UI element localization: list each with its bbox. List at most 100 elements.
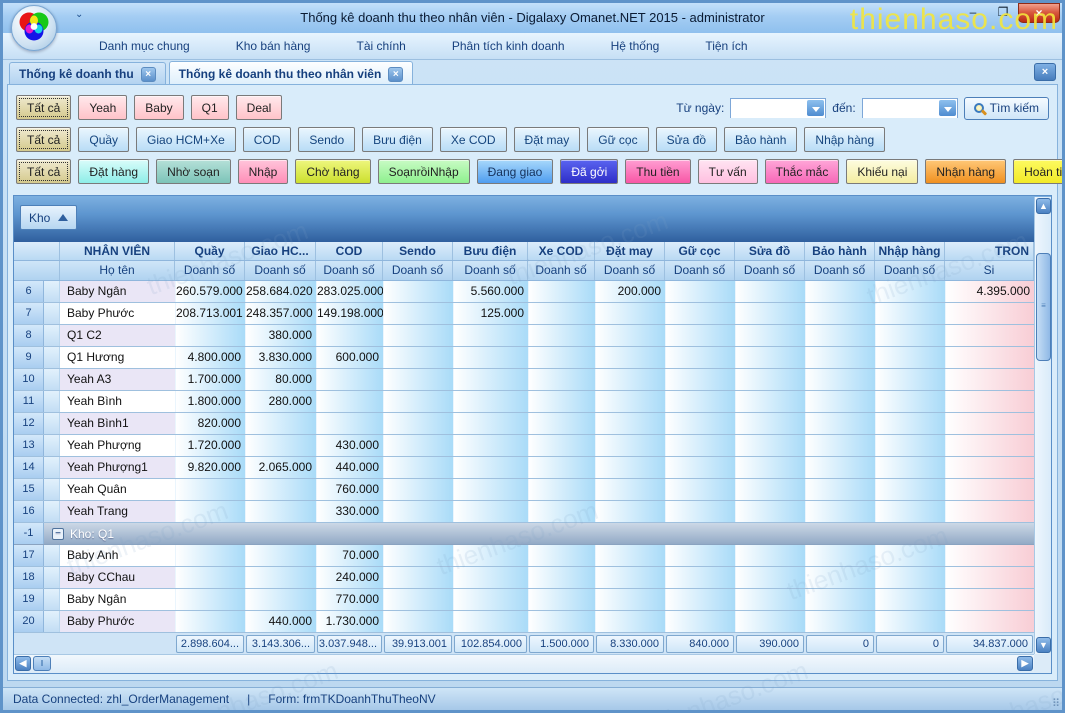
column-header[interactable]: Doanh số: [665, 261, 735, 280]
tab-close-icon[interactable]: ×: [141, 67, 156, 82]
tab-close-icon[interactable]: ×: [388, 67, 403, 82]
filter-button[interactable]: Hoàn tiền: [1013, 159, 1065, 184]
menu-item[interactable]: Tài chính: [352, 36, 409, 56]
menu-item[interactable]: Danh mục chung: [95, 36, 194, 56]
scroll-right-icon[interactable]: ▶: [1017, 656, 1033, 671]
from-date-combo[interactable]: [730, 98, 826, 118]
column-header[interactable]: Doanh số: [805, 261, 875, 280]
tab-thong-ke-doanh-thu-theo-nhan-vien[interactable]: Thống kê doanh thu theo nhân viên ×: [169, 61, 414, 86]
filter-button[interactable]: Yeah: [78, 95, 127, 120]
table-row[interactable]: 20Baby Phước440.0001.730.000: [14, 611, 1034, 633]
group-by-kho-button[interactable]: Kho: [20, 205, 77, 230]
table-row[interactable]: 19Baby Ngân770.000: [14, 589, 1034, 611]
scroll-left-icon[interactable]: ◀: [15, 656, 31, 671]
collapse-icon[interactable]: −: [52, 528, 64, 540]
to-date-combo[interactable]: [862, 98, 958, 118]
column-header[interactable]: TRON: [945, 242, 1034, 260]
column-header[interactable]: NHÂN VIÊN: [60, 242, 175, 260]
column-header[interactable]: Doanh số: [735, 261, 805, 280]
column-header[interactable]: Họ tên: [60, 261, 175, 280]
filter-button[interactable]: Bưu điện: [362, 127, 433, 152]
horizontal-scrollbar[interactable]: ◀ ‖ ▶: [14, 654, 1034, 673]
filter-button[interactable]: SoạnrồiNhập: [378, 159, 470, 184]
column-header[interactable]: Quầy: [175, 242, 245, 260]
table-row[interactable]: 12Yeah Bình1820.000: [14, 413, 1034, 435]
filter-button[interactable]: Tất cả: [16, 127, 71, 152]
filter-button[interactable]: Xe COD: [440, 127, 507, 152]
table-row[interactable]: 10Yeah A31.700.00080.000: [14, 369, 1034, 391]
column-header[interactable]: Doanh số: [245, 261, 316, 280]
filter-button[interactable]: Nhận hàng: [925, 159, 1006, 184]
column-header[interactable]: Si: [945, 261, 1034, 280]
filter-button[interactable]: Thu tiền: [625, 159, 690, 184]
filter-button[interactable]: Đặt hàng: [78, 159, 149, 184]
filter-button[interactable]: Khiếu nại: [846, 159, 918, 184]
filter-button[interactable]: Đặt may: [514, 127, 581, 152]
filter-button[interactable]: Quầy: [78, 127, 129, 152]
column-header[interactable]: Doanh số: [383, 261, 453, 280]
scroll-down-icon[interactable]: ▼: [1036, 637, 1051, 653]
horizontal-scroll-thumb[interactable]: ‖: [33, 656, 51, 671]
table-row[interactable]: 6Baby Ngân260.579.000258.684.020283.025.…: [14, 281, 1034, 303]
group-row[interactable]: -1−Kho: Q1: [14, 523, 1034, 545]
dropdown-arrow-icon[interactable]: [807, 100, 824, 116]
table-row[interactable]: 9Q1 Hương4.800.0003.830.000600.000: [14, 347, 1034, 369]
menu-item[interactable]: Tiện ích: [701, 36, 751, 56]
menu-item[interactable]: Phân tích kinh doanh: [448, 36, 569, 56]
column-header[interactable]: Doanh số: [595, 261, 665, 280]
table-row[interactable]: 18Baby CChau240.000: [14, 567, 1034, 589]
filter-button[interactable]: Giao HCM+Xe: [136, 127, 236, 152]
column-header[interactable]: Sửa đồ: [735, 242, 805, 260]
filter-button[interactable]: Đang giao: [477, 159, 554, 184]
filter-button[interactable]: Sendo: [298, 127, 355, 152]
column-header[interactable]: Xe COD: [528, 242, 595, 260]
tabstrip-close-button[interactable]: ×: [1034, 63, 1056, 81]
filter-button[interactable]: Chờ hàng: [295, 159, 370, 184]
filter-button[interactable]: Đã gởi: [560, 159, 618, 184]
table-row[interactable]: 8Q1 C2380.000: [14, 325, 1034, 347]
filter-button[interactable]: Tất cả: [16, 159, 71, 184]
menu-item[interactable]: Hệ thống: [607, 36, 664, 56]
column-header[interactable]: Bưu điện: [453, 242, 528, 260]
column-header[interactable]: COD: [316, 242, 383, 260]
column-header[interactable]: Doanh số: [316, 261, 383, 280]
dropdown-arrow-icon[interactable]: [939, 100, 956, 116]
filter-button[interactable]: Nhập hàng: [804, 127, 885, 152]
table-row[interactable]: 17Baby Anh70.000: [14, 545, 1034, 567]
column-header[interactable]: Doanh số: [528, 261, 595, 280]
table-row[interactable]: 15Yeah Quân760.000: [14, 479, 1034, 501]
filter-button[interactable]: Baby: [134, 95, 183, 120]
search-button[interactable]: Tìm kiếm: [964, 97, 1049, 120]
table-row[interactable]: 11Yeah Bình1.800.000280.000: [14, 391, 1034, 413]
filter-button[interactable]: Nhập: [238, 159, 289, 184]
column-header[interactable]: Doanh số: [175, 261, 245, 280]
table-row[interactable]: 13Yeah Phượng1.720.000430.000: [14, 435, 1034, 457]
column-header[interactable]: Gữ cọc: [665, 242, 735, 260]
column-header[interactable]: Đặt may: [595, 242, 665, 260]
filter-button[interactable]: Bảo hành: [724, 127, 797, 152]
filter-button[interactable]: Q1: [191, 95, 229, 120]
menu-item[interactable]: Kho bán hàng: [232, 36, 315, 56]
column-header[interactable]: Bảo hành: [805, 242, 875, 260]
column-header[interactable]: Nhập hàng: [875, 242, 945, 260]
vertical-scroll-thumb[interactable]: ≡: [1036, 253, 1051, 361]
filter-button[interactable]: Nhờ soạn: [156, 159, 231, 184]
vertical-scrollbar[interactable]: ▲ ≡ ▼: [1034, 197, 1051, 654]
filter-button[interactable]: Tất cả: [16, 95, 71, 120]
tab-thong-ke-doanh-thu[interactable]: Thống kê doanh thu ×: [9, 62, 166, 85]
table-row[interactable]: 14Yeah Phượng19.820.0002.065.000440.000: [14, 457, 1034, 479]
filter-button[interactable]: Tư vấn: [698, 159, 758, 184]
table-row[interactable]: 7Baby Phước208.713.001248.357.000149.198…: [14, 303, 1034, 325]
column-header[interactable]: Doanh số: [453, 261, 528, 280]
filter-button[interactable]: Thắc mắc: [765, 159, 840, 184]
filter-button[interactable]: Gữ cọc: [587, 127, 648, 152]
scroll-up-icon[interactable]: ▲: [1036, 198, 1051, 214]
filter-button[interactable]: COD: [243, 127, 292, 152]
filter-button[interactable]: Deal: [236, 95, 283, 120]
column-header[interactable]: Giao HC...: [245, 242, 316, 260]
table-row[interactable]: 16Yeah Trang330.000: [14, 501, 1034, 523]
resize-grip-icon[interactable]: [1046, 694, 1060, 708]
column-header[interactable]: Sendo: [383, 242, 453, 260]
column-header[interactable]: Doanh số: [875, 261, 945, 280]
filter-button[interactable]: Sửa đồ: [656, 127, 717, 152]
